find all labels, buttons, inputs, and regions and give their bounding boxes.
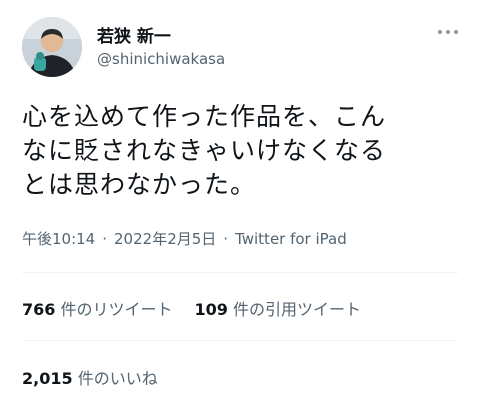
tweet-source[interactable]: Twitter for iPad [235,230,347,248]
likes-stats: 2,015 件のいいね [22,365,158,389]
user-handle[interactable]: @shinichiwakasa [97,50,225,68]
avatar[interactable] [22,17,82,77]
meta-separator: · [102,230,108,248]
profile-photo-icon [22,17,82,77]
tweet: 若狭 新一 @shinichiwakasa 心を込めて作った作品を、こん なに貶… [0,0,480,400]
tweet-text: 心を込めて作った作品を、こん なに貶されなきゃいけなくなる とは思わなかった。 [22,100,462,202]
tweet-date[interactable]: 2022年2月5日 [114,230,216,248]
quotes-label: 件の引用ツイート [233,300,362,319]
likes-count: 2,015 [22,369,73,388]
quotes-count: 109 [194,300,228,319]
retweets-stat[interactable]: 766 件のリツイート [22,300,173,319]
display-name[interactable]: 若狭 新一 [97,22,171,47]
more-options-icon[interactable] [432,18,464,46]
likes-label: 件のいいね [77,369,158,388]
tweet-meta: 午後10:14 · 2022年2月5日 · Twitter for iPad [22,228,347,249]
engagement-stats: 766 件のリツイート 109 件の引用ツイート [22,296,361,320]
retweets-count: 766 [22,300,56,319]
tweet-text-line: とは思わなかった。 [22,170,257,199]
tweet-text-line: なに貶されなきゃいけなくなる [22,136,387,165]
tweet-time[interactable]: 午後10:14 [22,230,95,248]
meta-separator: · [223,230,229,248]
retweets-label: 件のリツイート [60,300,173,319]
tweet-text-line: 心を込めて作った作品を、こん [22,102,387,131]
quote-tweets-stat[interactable]: 109 件の引用ツイート [195,300,362,319]
divider [22,272,458,273]
divider [22,340,458,341]
likes-stat[interactable]: 2,015 件のいいね [22,369,158,388]
